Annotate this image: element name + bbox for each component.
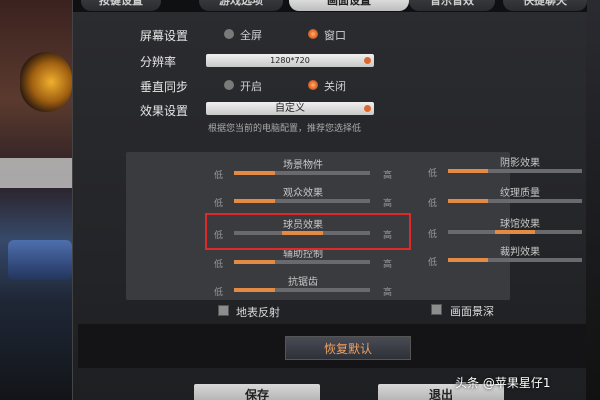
tab-key-settings[interactable]: 按键设置: [81, 0, 161, 11]
slider-fill: [448, 169, 488, 173]
resolution-label: 分辨率: [140, 55, 177, 69]
resolution-dropdown[interactable]: 1280*720: [206, 54, 374, 67]
screen-setting-label: 屏幕设置: [140, 29, 189, 43]
tab-graphics-settings[interactable]: 画面设置: [289, 0, 409, 11]
slider-label: 球馆效果: [500, 219, 540, 230]
effects-value: 自定义: [275, 103, 305, 114]
game-emblem: [20, 52, 72, 112]
vsync-on-radio[interactable]: [224, 80, 234, 90]
slider-label: 阴影效果: [500, 158, 540, 169]
quality-slider[interactable]: [234, 199, 370, 203]
slider-fill: [234, 288, 275, 292]
resolution-value: 1280*720: [270, 56, 310, 65]
slider-fill: [448, 199, 488, 203]
quality-slider[interactable]: [448, 258, 582, 262]
slider-label: 裁判效果: [500, 247, 540, 258]
vsync-label: 垂直同步: [140, 80, 189, 94]
quality-slider[interactable]: [448, 169, 582, 173]
quality-slider[interactable]: [234, 171, 370, 175]
tab-game-options[interactable]: 游戏选项: [199, 0, 283, 11]
background-card: [0, 158, 72, 188]
slider-low-label: 低: [428, 258, 438, 268]
slider-low-label: 低: [214, 199, 224, 209]
quality-slider[interactable]: [448, 230, 582, 234]
quality-slider[interactable]: [234, 260, 370, 264]
chevron-down-icon: [364, 57, 371, 64]
vsync-off-radio[interactable]: [308, 80, 318, 90]
slider-fill: [234, 260, 275, 264]
effects-setting-label: 效果设置: [140, 104, 189, 118]
fullscreen-label: 全屏: [240, 29, 262, 42]
slider-low-label: 低: [428, 199, 438, 209]
slider-high-label: 高: [383, 199, 393, 209]
tab-quick-chat[interactable]: 快捷聊天: [503, 0, 587, 11]
slider-high-label: 高: [383, 171, 393, 181]
effects-dropdown[interactable]: 自定义: [206, 102, 374, 115]
slider-fill: [495, 230, 535, 234]
slider-fill: [448, 258, 488, 262]
slider-high-label: 高: [383, 260, 393, 270]
recommendation-hint: 根据您当前的电脑配置，推荐您选择低: [208, 124, 362, 134]
fullscreen-radio[interactable]: [224, 29, 234, 39]
slider-label: 场景物件: [283, 160, 323, 171]
background-edge: [586, 0, 600, 400]
tab-audio[interactable]: 音乐音效: [409, 0, 495, 11]
background-card: [8, 240, 72, 280]
slider-low-label: 低: [428, 230, 438, 240]
slider-label: 抗锯齿: [288, 277, 318, 288]
slider-low-label: 低: [214, 260, 224, 270]
slider-low-label: 低: [214, 171, 224, 181]
depth-of-field-checkbox[interactable]: [431, 304, 442, 315]
slider-low-label: 低: [214, 288, 224, 298]
slider-low-label: 低: [428, 169, 438, 179]
depth-of-field-label: 画面景深: [450, 305, 494, 318]
windowed-radio[interactable]: [308, 29, 318, 39]
vsync-on-label: 开启: [240, 80, 262, 93]
ground-reflection-checkbox[interactable]: [218, 305, 229, 316]
highlight-box: [205, 213, 411, 250]
reset-defaults-button[interactable]: 恢复默认: [285, 336, 411, 360]
background-scene: [0, 0, 72, 400]
slider-high-label: 高: [383, 288, 393, 298]
slider-label: 观众效果: [283, 188, 323, 199]
quality-slider[interactable]: [234, 288, 370, 292]
slider-label: 纹理质量: [500, 188, 540, 199]
ground-reflection-label: 地表反射: [236, 306, 280, 319]
slider-fill: [234, 199, 275, 203]
tab-bar: 按键设置 游戏选项 画面设置 音乐音效 快捷聊天: [73, 0, 587, 12]
vsync-off-label: 关闭: [324, 80, 346, 93]
slider-fill: [234, 171, 275, 175]
windowed-label: 窗口: [324, 29, 346, 42]
chevron-down-icon: [364, 105, 371, 112]
save-button[interactable]: 保存: [194, 384, 320, 400]
quality-slider[interactable]: [448, 199, 582, 203]
watermark: 头条 @苹果星仔1: [455, 376, 551, 390]
